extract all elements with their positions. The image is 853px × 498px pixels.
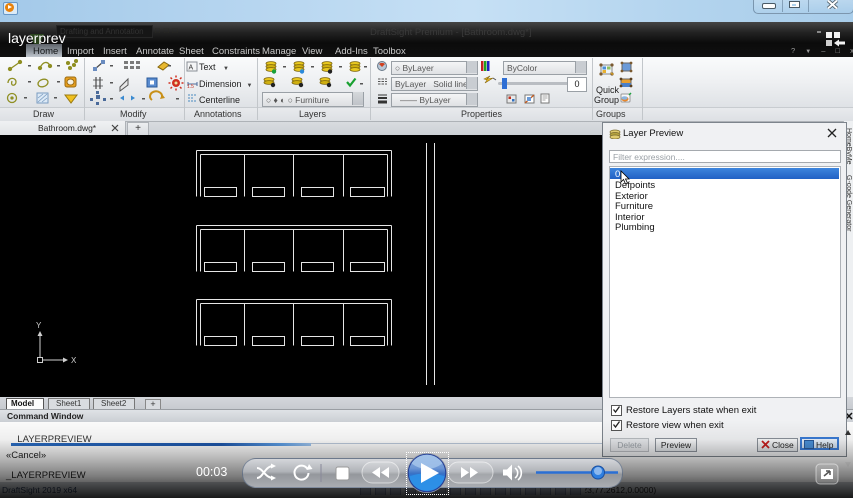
svg-text:Y: Y xyxy=(36,321,42,330)
svg-text:X: X xyxy=(71,356,77,365)
svg-text:1.5: 1.5 xyxy=(187,84,194,90)
svg-text:A: A xyxy=(189,65,194,72)
